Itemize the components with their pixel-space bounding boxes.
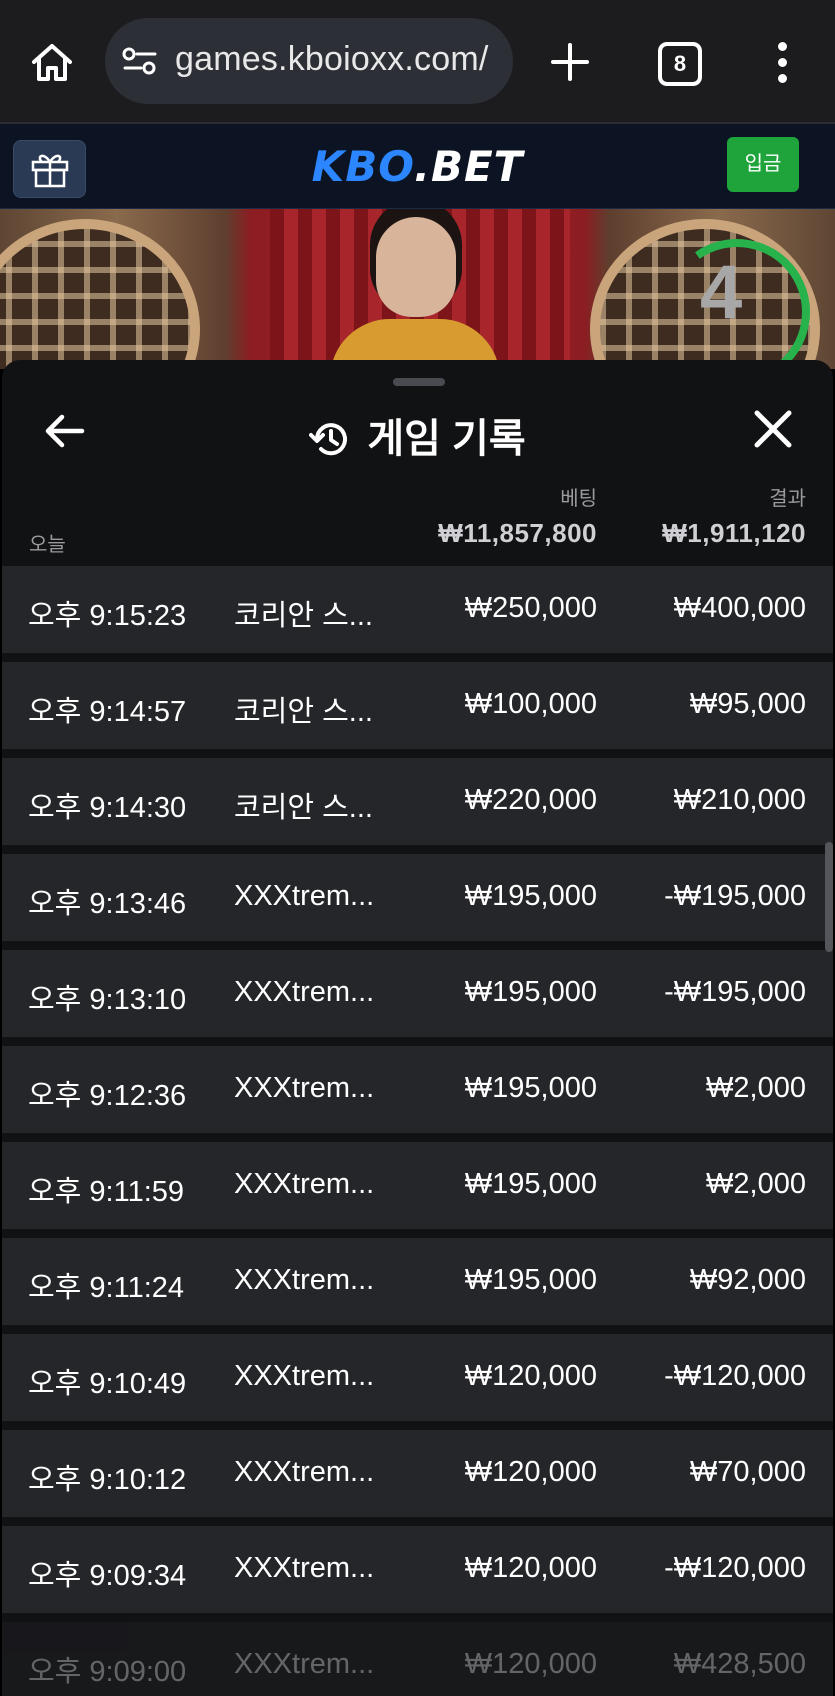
row-bet: ₩195,000 [464,976,597,1008]
row-time: 오후 9:12:36 [28,1080,187,1112]
row-time: 오후 9:10:12 [28,1464,187,1496]
tab-count: 8 [673,51,687,76]
row-game: XXXtrem... [234,1264,375,1296]
site-settings-icon[interactable] [121,46,159,76]
row-time: 오후 9:09:34 [28,1560,187,1592]
today-label: 오늘 [29,534,66,556]
row-bet: ₩195,000 [464,1072,597,1104]
site-header: KBO.BET 입금 [0,124,835,209]
row-result: -₩120,000 [664,1552,806,1584]
row-bet: ₩120,000 [464,1456,597,1488]
row-bet: ₩195,000 [464,880,597,912]
history-list: 오후 9:15:23 코리안 스... ₩250,000 ₩400,000 오후… [2,566,833,1696]
tab-switcher-icon[interactable]: 8 [658,42,702,86]
row-game: 코리안 스... [234,792,373,824]
row-time: 오후 9:14:57 [28,696,187,728]
row-result: ₩2,000 [706,1168,806,1200]
bet-column-header: 베팅 [560,488,597,510]
history-icon [309,423,348,456]
row-time: 오후 9:09:00 [28,1656,187,1688]
close-icon[interactable] [752,408,794,450]
history-row[interactable]: 오후 9:12:36 XXXtrem... ₩195,000 ₩2,000 [2,1046,833,1133]
row-result: -₩195,000 [664,880,806,912]
row-result: ₩400,000 [673,592,806,624]
row-bet: ₩220,000 [464,784,597,816]
url-text: games.kboioxx.com/ [175,40,489,78]
history-row[interactable]: 오후 9:13:10 XXXtrem... ₩195,000 -₩195,000 [2,950,833,1037]
row-game: XXXtrem... [234,1168,375,1200]
address-bar[interactable]: games.kboioxx.com/ [105,18,513,104]
history-row[interactable]: 오후 9:11:59 XXXtrem... ₩195,000 ₩2,000 [2,1142,833,1229]
row-time: 오후 9:13:10 [28,984,187,1016]
sheet-title: 게임 기록 [2,406,833,464]
row-result: ₩92,000 [689,1264,806,1296]
history-row[interactable]: 오후 9:09:34 XXXtrem... ₩120,000 -₩120,000 [2,1526,833,1613]
row-result: ₩210,000 [673,784,806,816]
sheet-header: 게임 기록 [2,400,833,480]
row-result: -₩195,000 [664,976,806,1008]
row-game: XXXtrem... [234,976,375,1008]
row-game: 코리안 스... [234,696,373,728]
row-result: -₩120,000 [664,1360,806,1392]
history-row[interactable]: 오후 9:09:00 XXXtrem... ₩120,000 ₩428,500 [2,1622,833,1696]
history-summary: 베팅 결과 오늘 ₩11,857,800 ₩1,911,120 [2,478,833,558]
history-row[interactable]: 오후 9:14:30 코리안 스... ₩220,000 ₩210,000 [2,758,833,845]
row-bet: ₩120,000 [464,1648,597,1680]
row-game: XXXtrem... [234,1552,375,1584]
live-video: 4 [0,209,835,369]
row-time: 오후 9:11:59 [28,1176,185,1208]
row-result: ₩95,000 [689,688,806,720]
row-bet: ₩120,000 [464,1360,597,1392]
row-game: XXXtrem... [234,880,375,912]
deposit-button[interactable]: 입금 [727,137,799,192]
new-tab-plus-icon[interactable] [550,42,590,82]
row-game: XXXtrem... [234,1360,375,1392]
row-result: ₩2,000 [706,1072,806,1104]
logo-dot: . [414,142,431,191]
row-bet: ₩195,000 [464,1168,597,1200]
total-result: ₩1,911,120 [662,518,806,548]
row-game: XXXtrem... [234,1456,375,1488]
row-game: XXXtrem... [234,1648,375,1680]
dealer-head [376,217,456,317]
result-column-header: 결과 [769,488,806,510]
row-game: XXXtrem... [234,1072,375,1104]
site-logo[interactable]: KBO.BET [0,142,835,191]
history-row[interactable]: 오후 9:14:57 코리안 스... ₩100,000 ₩95,000 [2,662,833,749]
logo-bet: BET [430,142,524,191]
more-menu-icon[interactable] [772,42,792,84]
countdown-number: 4 [700,250,743,335]
row-bet: ₩120,000 [464,1552,597,1584]
row-result: ₩70,000 [689,1456,806,1488]
row-result: ₩428,500 [673,1648,806,1680]
scrollbar[interactable] [825,842,833,952]
game-history-sheet: 게임 기록 베팅 결과 오늘 ₩11,857,800 ₩1,911,120 오후… [2,360,833,1696]
history-row[interactable]: 오후 9:10:12 XXXtrem... ₩120,000 ₩70,000 [2,1430,833,1517]
home-icon[interactable] [30,42,74,82]
drag-handle[interactable] [393,378,445,386]
row-time: 오후 9:14:30 [28,792,187,824]
row-bet: ₩100,000 [464,688,597,720]
row-game: 코리안 스... [234,600,373,632]
history-row[interactable]: 오후 9:15:23 코리안 스... ₩250,000 ₩400,000 [2,566,833,653]
row-bet: ₩250,000 [464,592,597,624]
row-time: 오후 9:15:23 [28,600,187,632]
logo-kbo: KBO [311,142,414,191]
row-bet: ₩195,000 [464,1264,597,1296]
history-row[interactable]: 오후 9:11:24 XXXtrem... ₩195,000 ₩92,000 [2,1238,833,1325]
sheet-title-text: 게임 기록 [367,417,526,461]
browser-toolbar: games.kboioxx.com/ 8 [0,0,835,124]
total-bet: ₩11,857,800 [438,518,597,548]
history-row[interactable]: 오후 9:10:49 XXXtrem... ₩120,000 -₩120,000 [2,1334,833,1421]
row-time: 오후 9:10:49 [28,1368,187,1400]
row-time: 오후 9:13:46 [28,888,187,920]
history-row[interactable]: 오후 9:13:46 XXXtrem... ₩195,000 -₩195,000 [2,854,833,941]
decor-lattice-left [0,219,200,369]
row-time: 오후 9:11:24 [28,1272,185,1304]
